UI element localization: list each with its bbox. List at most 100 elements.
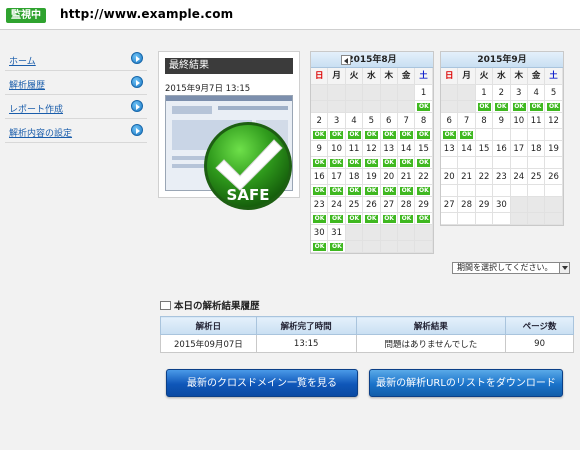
calendar-day[interactable]: 25 (527, 169, 546, 185)
calendar-day[interactable]: 6 (380, 113, 398, 129)
ok-badge[interactable]: OK (347, 187, 361, 195)
ok-badge[interactable]: OK (417, 131, 431, 139)
calendar-day[interactable]: 3 (328, 113, 346, 129)
ok-badge[interactable]: OK (365, 131, 379, 139)
calendar-day[interactable]: 27 (441, 197, 459, 213)
sidebar-item-settings[interactable]: 解析内容の設定 (5, 119, 147, 143)
ok-badge[interactable]: OK (382, 131, 396, 139)
ok-badge[interactable]: OK (417, 187, 431, 195)
calendar-day[interactable]: 10 (328, 141, 346, 157)
ok-badge[interactable]: OK (365, 159, 379, 167)
ok-badge[interactable]: OK (313, 215, 326, 223)
sidebar-item-report[interactable]: レポート作成 (5, 95, 147, 119)
calendar-day[interactable]: 16 (311, 169, 329, 185)
ok-badge[interactable]: OK (417, 103, 431, 111)
prev-month-icon[interactable] (341, 55, 351, 65)
ok-badge[interactable]: OK (417, 215, 431, 223)
ok-badge[interactable]: OK (382, 215, 396, 223)
calendar-day[interactable]: 2 (493, 85, 511, 101)
calendar-day[interactable]: 27 (380, 197, 398, 213)
calendar-day[interactable]: 23 (493, 169, 511, 185)
calendar-day[interactable]: 3 (510, 85, 528, 101)
calendar-day[interactable]: 20 (380, 169, 398, 185)
calendar-day[interactable]: 17 (510, 141, 528, 157)
period-select[interactable]: 期間を選択してください。 (452, 262, 570, 274)
ok-badge[interactable]: OK (399, 187, 413, 195)
ok-badge[interactable]: OK (382, 187, 396, 195)
ok-badge[interactable]: OK (443, 131, 456, 139)
calendar-day[interactable]: 8 (475, 113, 494, 129)
ok-badge[interactable]: OK (330, 187, 344, 195)
calendar-day[interactable]: 29 (475, 197, 494, 213)
calendar-day[interactable]: 11 (345, 141, 364, 157)
calendar-day[interactable]: 13 (380, 141, 398, 157)
ok-badge[interactable]: OK (347, 131, 361, 139)
calendar-day[interactable]: 18 (345, 169, 364, 185)
calendar-day[interactable]: 19 (363, 169, 381, 185)
calendar-day[interactable]: 11 (527, 113, 546, 129)
calendar-day[interactable]: 22 (415, 169, 433, 185)
calendar-day[interactable]: 26 (363, 197, 381, 213)
ok-badge[interactable]: OK (313, 243, 326, 251)
arrow-right-icon[interactable] (131, 124, 143, 136)
calendar-day[interactable]: 18 (527, 141, 546, 157)
calendar-day[interactable]: 14 (458, 141, 476, 157)
sidebar-item-history[interactable]: 解析履歴 (5, 71, 147, 95)
ok-badge[interactable]: OK (330, 131, 344, 139)
download-url-list-button[interactable]: 最新の解析URLのリストをダウンロード (369, 369, 563, 397)
ok-badge[interactable]: OK (399, 159, 413, 167)
calendar-day[interactable]: 28 (397, 197, 416, 213)
calendar-day[interactable]: 8 (415, 113, 433, 129)
arrow-right-icon[interactable] (131, 100, 143, 112)
sidebar-item-label[interactable]: ホーム (9, 54, 36, 67)
calendar-day[interactable]: 13 (441, 141, 459, 157)
ok-badge[interactable]: OK (365, 215, 379, 223)
calendar-day[interactable]: 1 (475, 85, 494, 101)
calendar-day[interactable]: 31 (328, 225, 346, 241)
calendar-day[interactable]: 1 (415, 85, 433, 101)
calendar-day[interactable]: 9 (311, 141, 329, 157)
ok-badge[interactable]: OK (313, 159, 326, 167)
ok-badge[interactable]: OK (460, 131, 474, 139)
ok-badge[interactable]: OK (477, 103, 491, 111)
calendar-day[interactable]: 26 (545, 169, 563, 185)
calendar-day[interactable]: 19 (545, 141, 563, 157)
ok-badge[interactable]: OK (330, 159, 344, 167)
calendar-day[interactable]: 7 (458, 113, 476, 129)
calendar-day[interactable]: 12 (545, 113, 563, 129)
calendar-day[interactable]: 20 (441, 169, 459, 185)
ok-badge[interactable]: OK (547, 103, 561, 111)
calendar-day[interactable]: 24 (510, 169, 528, 185)
ok-badge[interactable]: OK (313, 187, 326, 195)
calendar-day[interactable]: 7 (397, 113, 416, 129)
ok-badge[interactable]: OK (399, 131, 413, 139)
arrow-right-icon[interactable] (131, 76, 143, 88)
calendar-day[interactable]: 2 (311, 113, 329, 129)
calendar-day[interactable]: 30 (493, 197, 511, 213)
calendar-day[interactable]: 4 (345, 113, 364, 129)
calendar-day[interactable]: 12 (363, 141, 381, 157)
ok-badge[interactable]: OK (347, 215, 361, 223)
calendar-day[interactable]: 16 (493, 141, 511, 157)
ok-badge[interactable]: OK (495, 103, 509, 111)
ok-badge[interactable]: OK (417, 159, 431, 167)
sidebar-item-label[interactable]: 解析履歴 (9, 78, 45, 91)
calendar-day[interactable]: 23 (311, 197, 329, 213)
calendar-day[interactable]: 4 (527, 85, 546, 101)
calendar-day[interactable]: 21 (458, 169, 476, 185)
arrow-right-icon[interactable] (131, 52, 143, 64)
calendar-day[interactable]: 6 (441, 113, 459, 129)
calendar-day[interactable]: 15 (475, 141, 494, 157)
ok-badge[interactable]: OK (313, 131, 326, 139)
calendar-day[interactable]: 29 (415, 197, 433, 213)
calendar-day[interactable]: 9 (493, 113, 511, 129)
ok-badge[interactable]: OK (382, 159, 396, 167)
ok-badge[interactable]: OK (512, 103, 526, 111)
calendar-day[interactable]: 14 (397, 141, 416, 157)
calendar-day[interactable]: 30 (311, 225, 329, 241)
calendar-day[interactable]: 22 (475, 169, 494, 185)
ok-badge[interactable]: OK (330, 215, 344, 223)
calendar-day[interactable]: 28 (458, 197, 476, 213)
sidebar-item-label[interactable]: 解析内容の設定 (9, 126, 72, 139)
calendar-day[interactable]: 21 (397, 169, 416, 185)
